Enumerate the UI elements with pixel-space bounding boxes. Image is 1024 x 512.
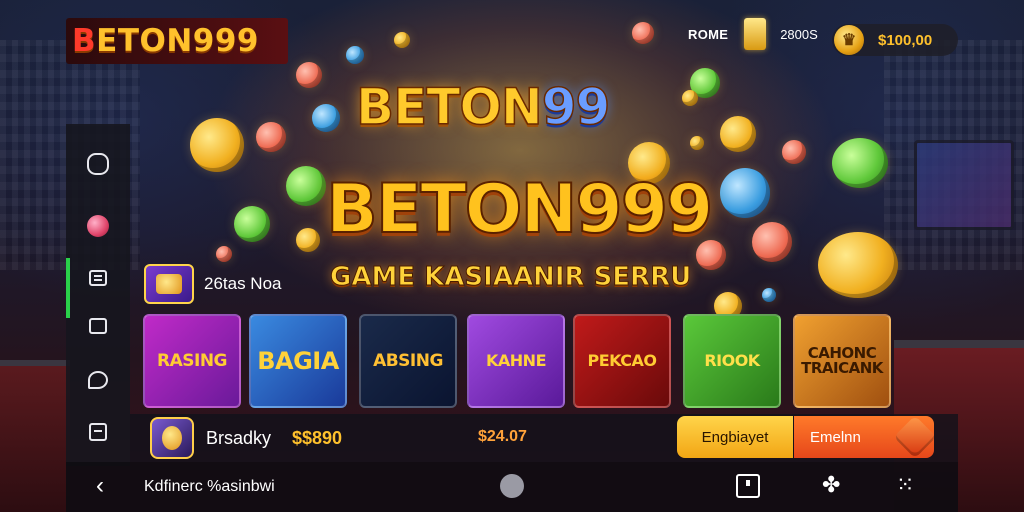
coin-icon [190,118,244,172]
jackpot-amount: $24.07 [478,428,527,445]
treasure-chest-icon [144,264,194,304]
chip-icon [234,206,270,242]
candy-icon [87,215,109,237]
hero-logo-small: BETON99 [355,77,611,137]
game-tile[interactable]: ABSING [359,314,457,408]
chip-icon [762,288,776,302]
game-tile[interactable]: RIOOK [683,314,781,408]
sidebar-item-candy[interactable] [66,202,130,250]
sidebar-item-chat[interactable] [66,356,130,404]
game-title: PEKCAO [587,351,657,370]
slot-machine-screen [914,140,1014,230]
balance-value: $100,00 [878,31,933,49]
category-header[interactable]: 26tas Noa [144,264,282,304]
wallet-icon [89,423,107,441]
player-avatar[interactable] [150,417,194,459]
recent-apps-icon[interactable] [736,474,760,498]
sidebar [66,124,130,466]
sidebar-item-square[interactable] [66,302,130,350]
chip-icon [720,168,770,218]
back-arrow-icon[interactable]: ‹ [88,474,112,498]
hero-logo-small-text: BETON [355,77,543,137]
chat-icon [88,371,108,389]
game-title: RASING [157,350,228,371]
list-icon [89,270,107,286]
chip-icon [832,138,888,188]
game-tile[interactable]: PEKCAO [573,314,671,408]
primary-action-button[interactable]: Engbiayet [677,416,793,458]
sidebar-item-refresh[interactable] [66,140,130,188]
gold-bar-icon [744,18,767,50]
player-name: Brsadky [206,428,272,448]
game-title: ABSING [373,350,443,371]
coin-icon [682,90,698,106]
sidebar-item-list[interactable] [66,254,130,318]
chip-icon [346,46,364,64]
score-value: 2800S [780,26,818,42]
casino-table-left [0,360,70,512]
coin-icon [690,136,704,150]
chip-icon [256,122,286,152]
coin-icon [296,228,320,252]
game-tile[interactable]: RASING [143,314,241,408]
chip-icon [782,140,806,164]
coin-icon [720,116,756,152]
chip-icon [296,62,322,88]
game-tile[interactable]: BAGIA [249,314,347,408]
trophy-icon: ♛ [834,25,864,55]
avatar-icon [162,426,182,450]
chip-icon [752,222,792,262]
coin-icon [394,32,410,48]
hero-logo-small-digits: 99 [541,77,611,137]
game-tile[interactable]: KAHNE [467,314,565,408]
game-tile[interactable]: CAHONC TRAICANK [793,314,891,408]
top-status-bar: ROME 2800S [688,18,818,50]
home-dot-icon[interactable] [500,474,524,498]
game-title: CAHONC TRAICANK [801,344,883,377]
game-title: BAGIA [257,347,339,375]
pinwheel-icon[interactable]: ✤ [822,472,840,498]
chip-icon [216,246,232,262]
sidebar-item-wallet[interactable] [66,408,130,456]
chip-icon [286,166,326,206]
hero-subtitle: GAME KASIAANIR SERRU [329,262,692,293]
category-label: 26tas Noa [204,274,282,293]
game-title: RIOOK [704,351,760,370]
player-amount: $$890 [292,428,343,448]
chip-icon [312,104,340,132]
chip-icon [632,22,654,44]
hero-title: BETON999 [325,169,714,250]
brand-logo-text: BETON999 [72,23,259,59]
grid-dots-icon[interactable]: ⁙ [896,472,914,498]
home-label[interactable]: ROME [688,27,728,42]
brand-logo[interactable]: BETON999 [66,18,288,64]
system-bar-title: Kdfinerc %asinbwi [144,478,275,495]
square-icon [89,318,107,334]
game-title: KAHNE [486,351,547,370]
balance-pill[interactable]: ♛ $100,00 [832,24,958,56]
coin-icon [818,232,898,298]
refresh-icon [87,153,109,175]
